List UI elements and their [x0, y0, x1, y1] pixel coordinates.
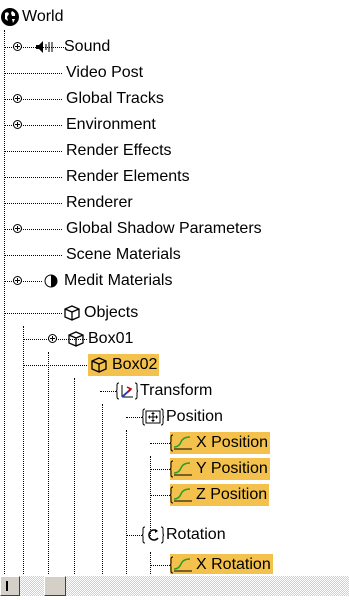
tree-item-render-effects[interactable]: Render Effects: [64, 138, 174, 164]
tree-connector: [4, 151, 62, 152]
tree-item-label: Renderer: [66, 194, 133, 211]
expand-icon[interactable]: [13, 94, 22, 103]
tree-connector: [150, 469, 170, 470]
tree-item-render-elements[interactable]: Render Elements: [64, 164, 192, 190]
tree-item-label: Z Position: [194, 484, 270, 506]
tree-item-label: Medit Materials: [64, 272, 173, 289]
tree-item-sound[interactable]: Sound: [34, 34, 112, 60]
tree-item-label: Transform: [140, 382, 213, 399]
tree-item-rotation[interactable]: Rotation: [142, 522, 228, 548]
expand-icon[interactable]: [13, 120, 22, 129]
tree-item-label: Sound: [64, 38, 111, 55]
tree-item-label: Global Shadow Parameters: [66, 220, 262, 237]
globe-icon: [0, 6, 20, 28]
tree-connector: [150, 443, 170, 444]
horizontal-scrollbar[interactable]: [0, 576, 349, 596]
tree-guide-line: [126, 430, 127, 574]
tree-item-medit-materials[interactable]: Medit Materials: [42, 268, 174, 294]
curve-icon: [170, 432, 194, 454]
expand-icon[interactable]: [13, 224, 22, 233]
tree-item-box02[interactable]: Box02: [88, 352, 160, 378]
tree-guide-line: [74, 378, 75, 574]
transform-icon: [116, 380, 138, 402]
tree-item-video-post[interactable]: Video Post: [64, 60, 145, 86]
tree-connector: [126, 535, 142, 536]
tree-connector: [4, 313, 62, 314]
tree-item-transform[interactable]: Transform: [116, 378, 214, 404]
tree-item-x-position[interactable]: X Position: [170, 430, 271, 456]
tree-connector: [23, 365, 89, 366]
position-icon: [142, 406, 164, 428]
tree-connector: [4, 255, 62, 256]
tree-item-box01[interactable]: Box01: [66, 326, 135, 352]
tree-item-label: X Rotation: [194, 554, 273, 574]
cube-icon: [88, 354, 110, 376]
tree-item-label: Box02: [110, 354, 160, 376]
tree-item-label: Render Elements: [66, 168, 190, 185]
tree-guide-line: [4, 30, 5, 574]
tree-item-label: Box01: [88, 330, 134, 347]
rotation-icon: [142, 524, 164, 546]
tree-item-position[interactable]: Position: [142, 404, 225, 430]
arrow-left-icon: [6, 581, 8, 591]
tree-item-x-rotation[interactable]: X Rotation: [170, 552, 273, 574]
curve-icon: [170, 484, 194, 506]
tree-item-label: Environment: [66, 116, 156, 133]
curve-icon: [170, 554, 194, 574]
tree-item-label: Position: [166, 408, 223, 425]
tree-item-world[interactable]: World: [0, 4, 66, 30]
cube-icon: [62, 302, 82, 324]
tree-item-label: Render Effects: [66, 142, 172, 159]
tree-connector: [126, 417, 142, 418]
expand-icon[interactable]: [48, 334, 57, 343]
tree-item-label: X Position: [194, 432, 271, 454]
tree-item-objects[interactable]: Objects: [62, 300, 140, 326]
tree-item-label: Objects: [84, 304, 139, 321]
tree-connector: [150, 565, 170, 566]
tree-guide-line: [150, 552, 151, 574]
tree-item-label: Scene Materials: [66, 246, 181, 263]
expand-icon[interactable]: [13, 42, 22, 51]
tree-connector: [100, 391, 116, 392]
tree-connector: [4, 281, 42, 282]
scroll-thumb[interactable]: [44, 576, 66, 596]
tree-item-label: Y Position: [194, 458, 270, 480]
cube-icon: [66, 328, 86, 350]
tree-item-scene-materials[interactable]: Scene Materials: [64, 242, 183, 268]
tree-connector: [150, 495, 170, 496]
tree-item-renderer[interactable]: Renderer: [64, 190, 135, 216]
tree-guide-line: [48, 352, 49, 574]
tree-item-environment[interactable]: Environment: [64, 112, 158, 138]
curve-icon: [170, 458, 194, 480]
tree-item-label: Video Post: [66, 64, 144, 81]
tree-item-y-position[interactable]: Y Position: [170, 456, 270, 482]
half-circle-icon: [42, 270, 62, 292]
expand-icon[interactable]: [13, 276, 22, 285]
track-view-tree[interactable]: World Sound Video Post Global Tracks Env…: [0, 0, 349, 574]
tree-connector: [4, 73, 62, 74]
speaker-icon: [34, 36, 62, 58]
tree-item-label: Rotation: [166, 526, 226, 543]
tree-item-z-position[interactable]: Z Position: [170, 482, 270, 508]
tree-item-global-shadow-parameters[interactable]: Global Shadow Parameters: [64, 216, 264, 242]
tree-connector: [4, 203, 62, 204]
tree-connector: [4, 177, 62, 178]
tree-item-label: World: [22, 8, 64, 25]
tree-guide-line: [23, 326, 24, 574]
tree-item-global-tracks[interactable]: Global Tracks: [64, 86, 166, 112]
tree-guide-line: [102, 404, 103, 574]
scroll-left-button[interactable]: [0, 576, 20, 596]
tree-item-label: Global Tracks: [66, 90, 164, 107]
